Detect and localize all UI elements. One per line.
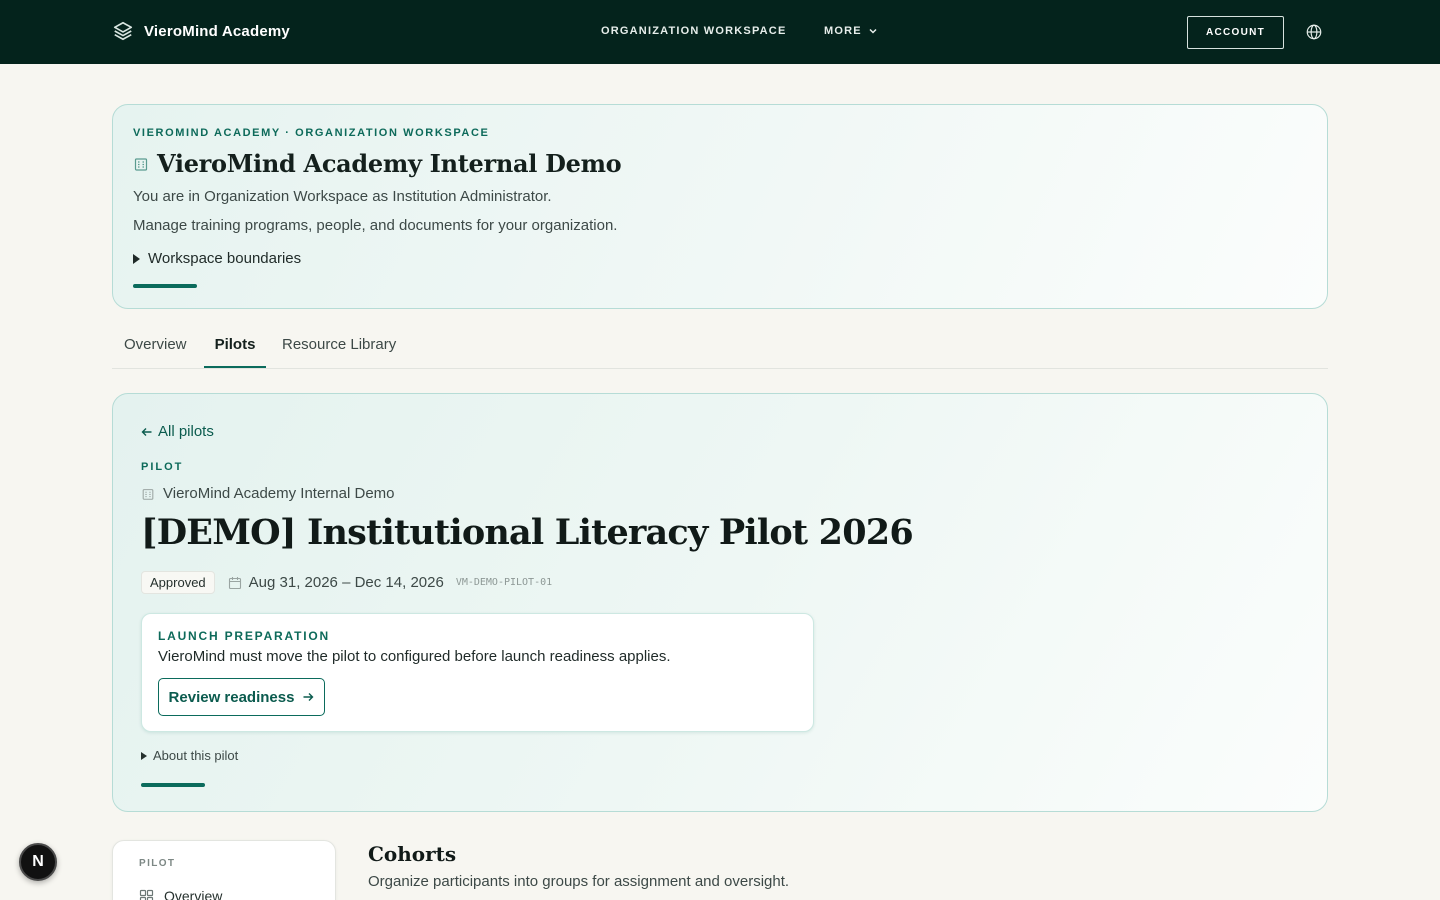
pilot-organization: VieroMind Academy Internal Demo [141,485,395,502]
about-pilot-label: About this pilot [153,748,239,763]
side-nav-item-overview[interactable]: Overview [139,888,222,900]
arrow-right-icon [303,693,314,701]
pilot-title: [DEMO] Institutional Literacy Pilot 2026 [141,512,914,553]
workspace-boundaries-toggle[interactable]: Workspace boundaries [133,250,301,267]
workspace-tabs: Overview Pilots Resource Library [112,330,1328,369]
pilot-eyebrow: PILOT [141,461,184,473]
pilot-org-name: VieroMind Academy Internal Demo [163,485,395,502]
top-navbar: VieroMind Academy ORGANIZATION WORKSPACE… [0,0,1440,64]
all-pilots-label: All pilots [158,423,214,440]
accent-bar [133,284,197,288]
globe-icon[interactable] [1305,23,1323,41]
side-nav-item-label: Overview [164,888,223,900]
account-button-label: ACCOUNT [1205,27,1266,38]
launch-eyebrow: LAUNCH PREPARATION [158,629,330,643]
building-icon [134,157,148,171]
side-nav-eyebrow: PILOT [139,858,176,869]
organization-header-card: VIEROMIND ACADEMY · ORGANIZATION WORKSPA… [112,104,1328,309]
arrow-left-icon [141,427,152,436]
pilot-meta-row: Approved Aug 31, 2026 – Dec 14, 2026 VM-… [141,571,552,594]
account-button[interactable]: ACCOUNT [1187,16,1284,49]
launch-text: VieroMind must move the pilot to configu… [158,648,671,665]
grid-icon [139,889,154,900]
disclosure-triangle-icon [141,751,147,760]
pilot-header-card: All pilots PILOT VieroMind Academy Inter… [112,393,1328,812]
tab-overview[interactable]: Overview [124,336,187,368]
disclosure-triangle-icon [133,253,140,264]
date-range-text: Aug 31, 2026 – Dec 14, 2026 [248,574,444,591]
building-icon [142,488,154,500]
review-readiness-button[interactable]: Review readiness [158,678,325,716]
layers-icon [113,21,133,41]
review-readiness-label: Review readiness [168,688,295,706]
calendar-icon [228,576,241,589]
cohorts-subtitle: Organize participants into groups for as… [368,873,790,890]
nav-organization-workspace[interactable]: ORGANIZATION WORKSPACE [601,25,787,37]
chevron-down-icon [869,28,877,34]
all-pilots-link[interactable]: All pilots [141,423,214,440]
status-badge: Approved [141,571,215,594]
org-title: VieroMind Academy Internal Demo [157,149,622,178]
accent-bar [141,783,205,787]
nav-more-label: MORE [824,25,862,37]
nav-more-menu[interactable]: MORE [824,25,878,37]
org-description: Manage training programs, people, and do… [133,217,618,234]
brand-name: VieroMind Academy [144,22,290,40]
brand-link[interactable]: VieroMind Academy [112,20,290,42]
tab-pilots[interactable]: Pilots [204,336,266,368]
about-pilot-toggle[interactable]: About this pilot [141,748,238,763]
org-title-row: VieroMind Academy Internal Demo [133,149,622,178]
cohorts-title: Cohorts [368,842,457,866]
pilot-date-range: Aug 31, 2026 – Dec 14, 2026 [228,574,444,591]
org-role-text: You are in Organization Workspace as Ins… [133,188,552,205]
dev-tools-badge[interactable]: N [19,843,57,881]
pilot-side-nav: PILOT Overview [112,840,336,900]
launch-preparation-panel: LAUNCH PREPARATION VieroMind must move t… [141,613,814,732]
pilot-code: VM-DEMO-PILOT-01 [455,577,553,588]
workspace-boundaries-label: Workspace boundaries [148,250,302,267]
org-eyebrow: VIEROMIND ACADEMY · ORGANIZATION WORKSPA… [133,127,490,139]
tab-resource-library[interactable]: Resource Library [282,336,396,368]
